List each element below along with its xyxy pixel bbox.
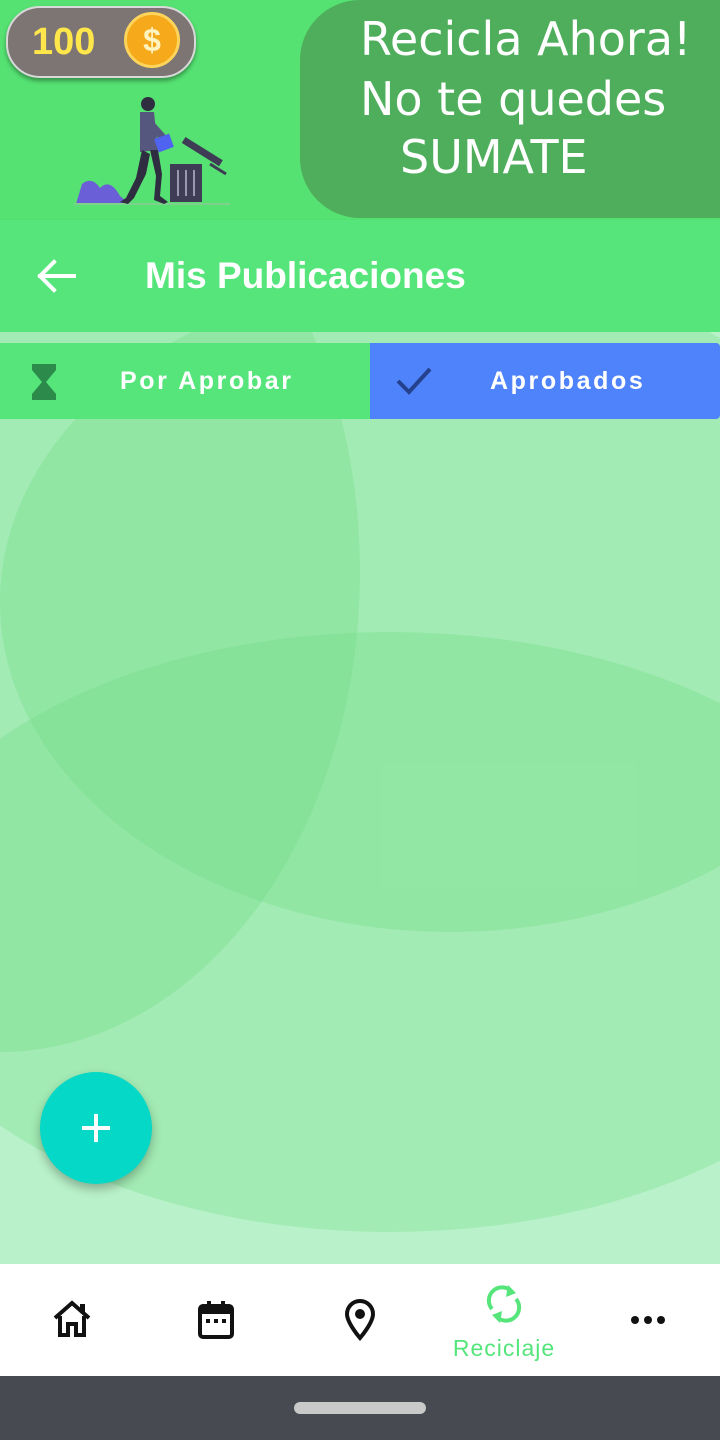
- calendar-icon: [198, 1301, 234, 1339]
- back-button[interactable]: [30, 256, 82, 296]
- system-navigation-bar: [0, 1376, 720, 1440]
- app-bar: Mis Publicaciones: [0, 220, 720, 332]
- arrow-left-icon: [37, 259, 76, 293]
- promo-line-3: SUMATE: [400, 130, 588, 184]
- hourglass-icon: [32, 364, 56, 400]
- coin-icon: $: [124, 12, 180, 68]
- nav-item-calendar[interactable]: [144, 1264, 288, 1376]
- bottom-navigation: Reciclaje: [0, 1264, 720, 1376]
- home-gesture-handle[interactable]: [294, 1402, 426, 1414]
- promo-line-2: No te quedes: [360, 72, 667, 126]
- nav-item-location[interactable]: [288, 1264, 432, 1376]
- location-pin-icon: [344, 1299, 376, 1341]
- nav-item-home[interactable]: [0, 1264, 144, 1376]
- nav-item-reciclaje[interactable]: Reciclaje: [432, 1264, 576, 1376]
- coin-symbol: $: [143, 22, 161, 58]
- coin-balance-badge[interactable]: 100 $: [6, 6, 196, 78]
- recycle-icon: [486, 1285, 522, 1323]
- promo-message: Recicla Ahora! No te quedes SUMATE: [300, 0, 720, 218]
- check-icon: [396, 367, 432, 395]
- plus-icon: [82, 1114, 110, 1142]
- tab-aprobados[interactable]: Aprobados: [370, 343, 720, 419]
- publication-tabs: Por Aprobar Aprobados: [0, 343, 720, 419]
- nav-item-more[interactable]: [576, 1264, 720, 1376]
- tab-label: Por Aprobar: [120, 367, 294, 395]
- add-publication-button[interactable]: [40, 1072, 152, 1184]
- promo-banner: 100 $ Recicla Ahora! No te quedes SUMATE: [0, 0, 720, 220]
- tab-por-aprobar[interactable]: Por Aprobar: [0, 343, 370, 419]
- nav-label: Reciclaje: [452, 1335, 556, 1361]
- coin-count: 100: [32, 21, 96, 63]
- recycling-person-illustration: [74, 97, 230, 205]
- more-dots-icon: [631, 1316, 665, 1324]
- home-icon: [53, 1300, 91, 1337]
- page-title: Mis Publicaciones: [145, 255, 466, 296]
- tab-label: Aprobados: [490, 367, 646, 395]
- promo-line-1: Recicla Ahora!: [360, 12, 692, 66]
